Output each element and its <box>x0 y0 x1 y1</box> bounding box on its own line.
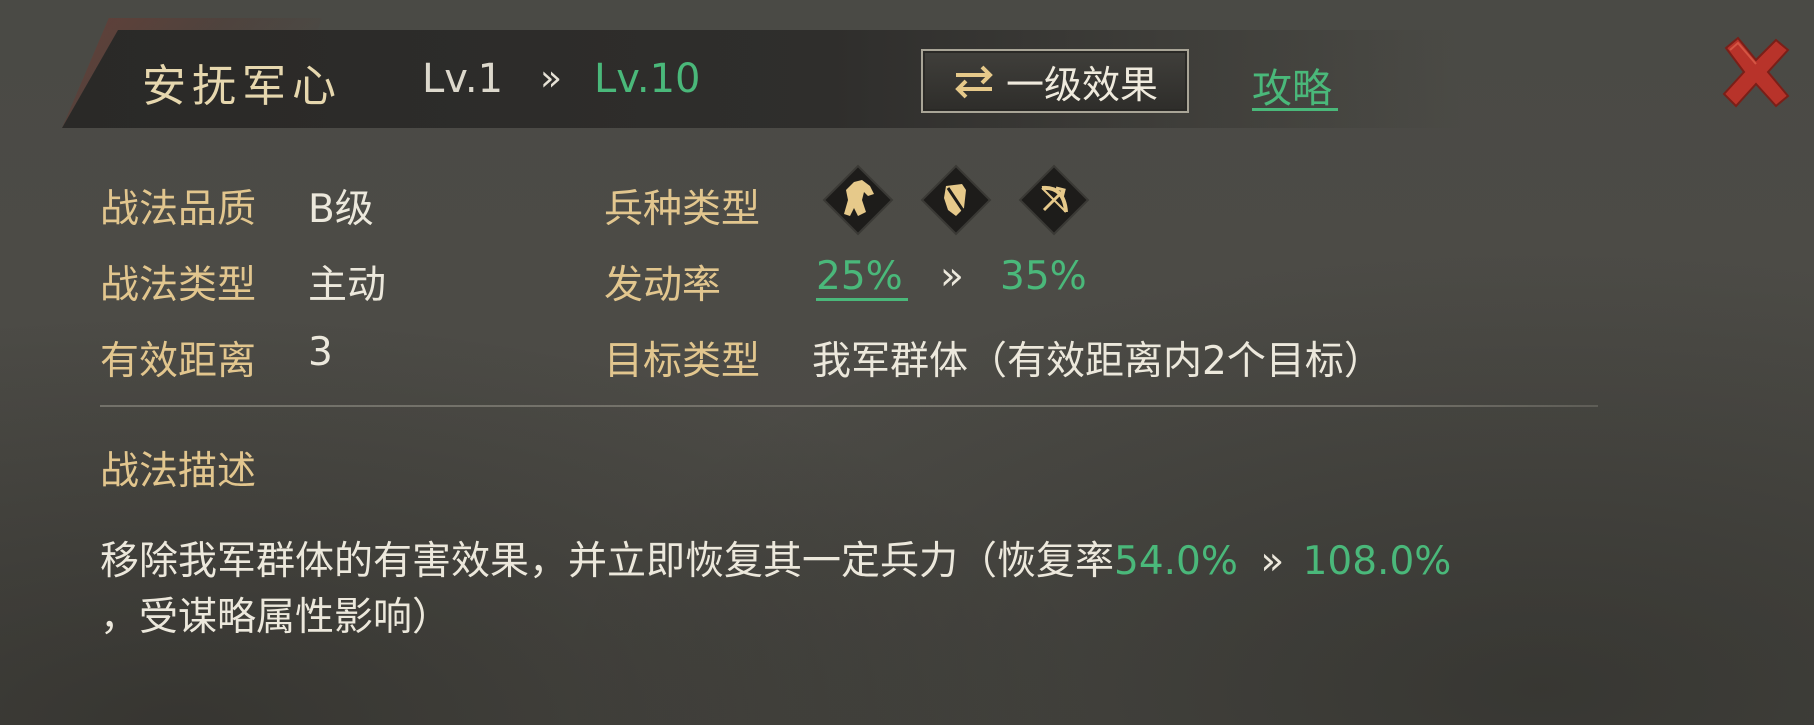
quality-value: B级 <box>308 187 374 232</box>
level-to: Lv.10 <box>594 56 701 102</box>
heal-rate-arrow: » <box>1260 539 1284 584</box>
description-text-1: 移除我军群体的有害效果，并立即恢复其一定兵力（恢复率 <box>100 539 1115 584</box>
guide-link-underline <box>1252 108 1338 111</box>
level-arrow: » <box>540 58 562 99</box>
description-line-1: 移除我军群体的有害效果，并立即恢复其一定兵力（恢复率54.0% » 108.0% <box>100 530 1451 586</box>
description-title: 战法描述 <box>100 449 257 494</box>
target-type-value: 我军群体（有效距离内2个目标） <box>812 339 1383 384</box>
description-line-2: ，受谋略属性影响） <box>100 595 452 640</box>
target-type-label: 目标类型 <box>604 339 761 384</box>
effect-button-label: 一级效果 <box>1005 62 1158 107</box>
heal-rate-to: 108.0% <box>1302 539 1452 584</box>
level-from: Lv.1 <box>422 56 504 102</box>
section-divider <box>100 405 1598 407</box>
trigger-rate-to: 35% <box>1000 254 1087 299</box>
troop-type-label: 兵种类型 <box>604 187 761 232</box>
guide-link[interactable]: 攻略 <box>1252 56 1332 114</box>
tactic-type-value: 主动 <box>308 263 387 308</box>
cavalry-icon <box>818 160 898 240</box>
swap-icon <box>952 63 996 99</box>
shield-icon <box>916 160 996 240</box>
range-value: 3 <box>308 330 333 375</box>
skill-name: 安抚军心 <box>142 61 342 112</box>
trigger-rate-from[interactable]: 25% <box>816 254 903 299</box>
heal-rate-from: 54.0% <box>1114 539 1238 584</box>
tactic-type-label: 战法类型 <box>100 263 257 308</box>
range-label: 有效距离 <box>100 339 257 384</box>
effect-toggle-button[interactable]: 一级效果 <box>921 49 1189 113</box>
close-button[interactable] <box>1716 34 1796 110</box>
bow-icon <box>1014 160 1094 240</box>
trigger-rate-arrow: » <box>940 254 964 299</box>
quality-label: 战法品质 <box>100 187 257 232</box>
trigger-rate-underline <box>816 298 908 301</box>
close-icon <box>1722 36 1790 108</box>
trigger-rate-label: 发动率 <box>604 263 722 308</box>
